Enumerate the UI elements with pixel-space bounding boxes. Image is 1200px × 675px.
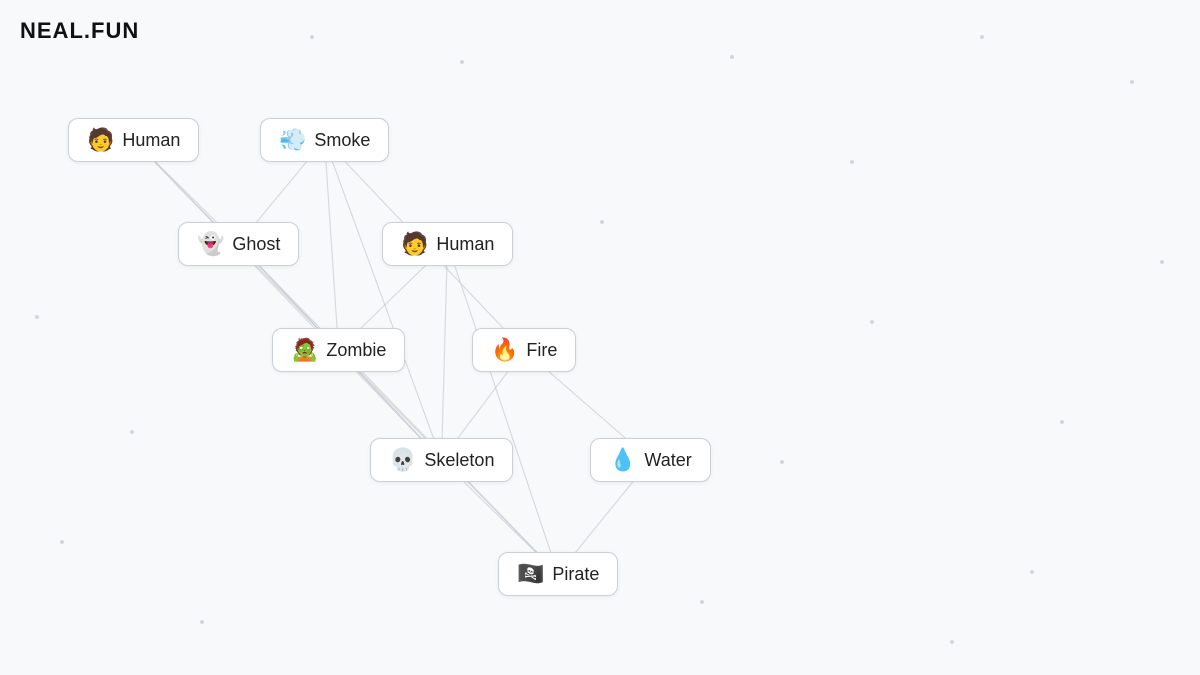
connection-line-ghost-pirate	[239, 244, 559, 574]
human1-emoji: 🧑	[87, 129, 114, 151]
smoke-label: Smoke	[314, 130, 370, 151]
connection-line-smoke-skeleton	[325, 140, 442, 460]
element-node-fire[interactable]: 🔥 Fire	[472, 328, 576, 372]
human2-emoji: 🧑	[401, 233, 428, 255]
decorative-dot	[200, 620, 204, 624]
connection-line-human1-skeleton	[134, 140, 442, 460]
smoke-emoji: 💨	[279, 129, 306, 151]
logo: NEAL.FUN	[20, 18, 139, 44]
connection-line-human2-skeleton	[442, 244, 448, 460]
water-label: Water	[644, 450, 691, 471]
ghost-emoji: 👻	[197, 233, 224, 255]
decorative-dot	[60, 540, 64, 544]
element-node-water[interactable]: 💧 Water	[590, 438, 711, 482]
decorative-dot	[310, 35, 314, 39]
decorative-dot	[850, 160, 854, 164]
element-node-human1[interactable]: 🧑 Human	[68, 118, 199, 162]
connection-line-smoke-zombie	[325, 140, 339, 350]
skeleton-label: Skeleton	[424, 450, 494, 471]
element-node-human2[interactable]: 🧑 Human	[382, 222, 513, 266]
pirate-label: Pirate	[552, 564, 599, 585]
decorative-dot	[1060, 420, 1064, 424]
water-emoji: 💧	[609, 449, 636, 471]
zombie-emoji: 🧟	[291, 339, 318, 361]
fire-label: Fire	[526, 340, 557, 361]
decorative-dot	[460, 60, 464, 64]
element-node-ghost[interactable]: 👻 Ghost	[178, 222, 299, 266]
pirate-emoji: 🏴‍☠️	[517, 563, 544, 585]
ghost-label: Ghost	[232, 234, 280, 255]
decorative-dot	[700, 600, 704, 604]
decorative-dot	[130, 430, 134, 434]
connection-line-human2-pirate	[448, 244, 559, 574]
decorative-dot	[1160, 260, 1164, 264]
human2-label: Human	[436, 234, 494, 255]
decorative-dot	[950, 640, 954, 644]
decorative-dot	[600, 220, 604, 224]
decorative-dot	[780, 460, 784, 464]
element-node-pirate[interactable]: 🏴‍☠️ Pirate	[498, 552, 618, 596]
decorative-dot	[870, 320, 874, 324]
decorative-dot	[1030, 570, 1034, 574]
decorative-dot	[730, 55, 734, 59]
decorative-dot	[1130, 80, 1134, 84]
element-node-zombie[interactable]: 🧟 Zombie	[272, 328, 405, 372]
element-node-skeleton[interactable]: 💀 Skeleton	[370, 438, 513, 482]
decorative-dot	[980, 35, 984, 39]
skeleton-emoji: 💀	[389, 449, 416, 471]
human1-label: Human	[122, 130, 180, 151]
decorative-dot	[35, 315, 39, 319]
fire-emoji: 🔥	[491, 339, 518, 361]
element-node-smoke[interactable]: 💨 Smoke	[260, 118, 389, 162]
zombie-label: Zombie	[326, 340, 386, 361]
